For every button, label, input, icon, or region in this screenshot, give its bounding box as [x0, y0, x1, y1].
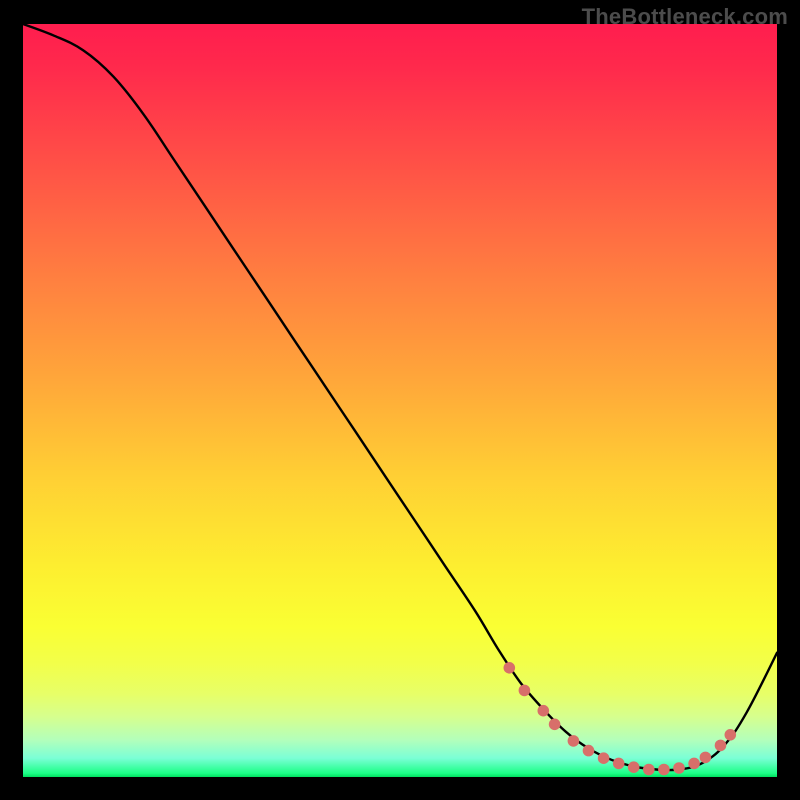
highlight-dots: [504, 662, 737, 775]
highlight-dot: [643, 764, 655, 776]
plot-outer: [23, 24, 777, 777]
highlight-dot: [658, 764, 670, 776]
highlight-dot: [538, 705, 550, 717]
attribution-label: TheBottleneck.com: [582, 4, 788, 30]
highlight-dot: [568, 735, 580, 747]
highlight-dot: [700, 752, 712, 764]
highlight-dot: [628, 761, 640, 773]
bottleneck-curve: [23, 24, 777, 770]
highlight-dot: [688, 758, 700, 770]
highlight-dot: [583, 745, 595, 757]
highlight-dot: [598, 752, 610, 764]
chart-frame: TheBottleneck.com: [0, 0, 800, 800]
highlight-dot: [549, 719, 561, 731]
highlight-dot: [519, 685, 531, 697]
highlight-dot: [504, 662, 516, 674]
curve-layer: [23, 24, 777, 777]
plot-area: [23, 24, 777, 777]
highlight-dot: [613, 758, 625, 770]
highlight-dot: [715, 740, 727, 752]
highlight-dot: [673, 762, 685, 774]
highlight-dot: [725, 729, 737, 741]
